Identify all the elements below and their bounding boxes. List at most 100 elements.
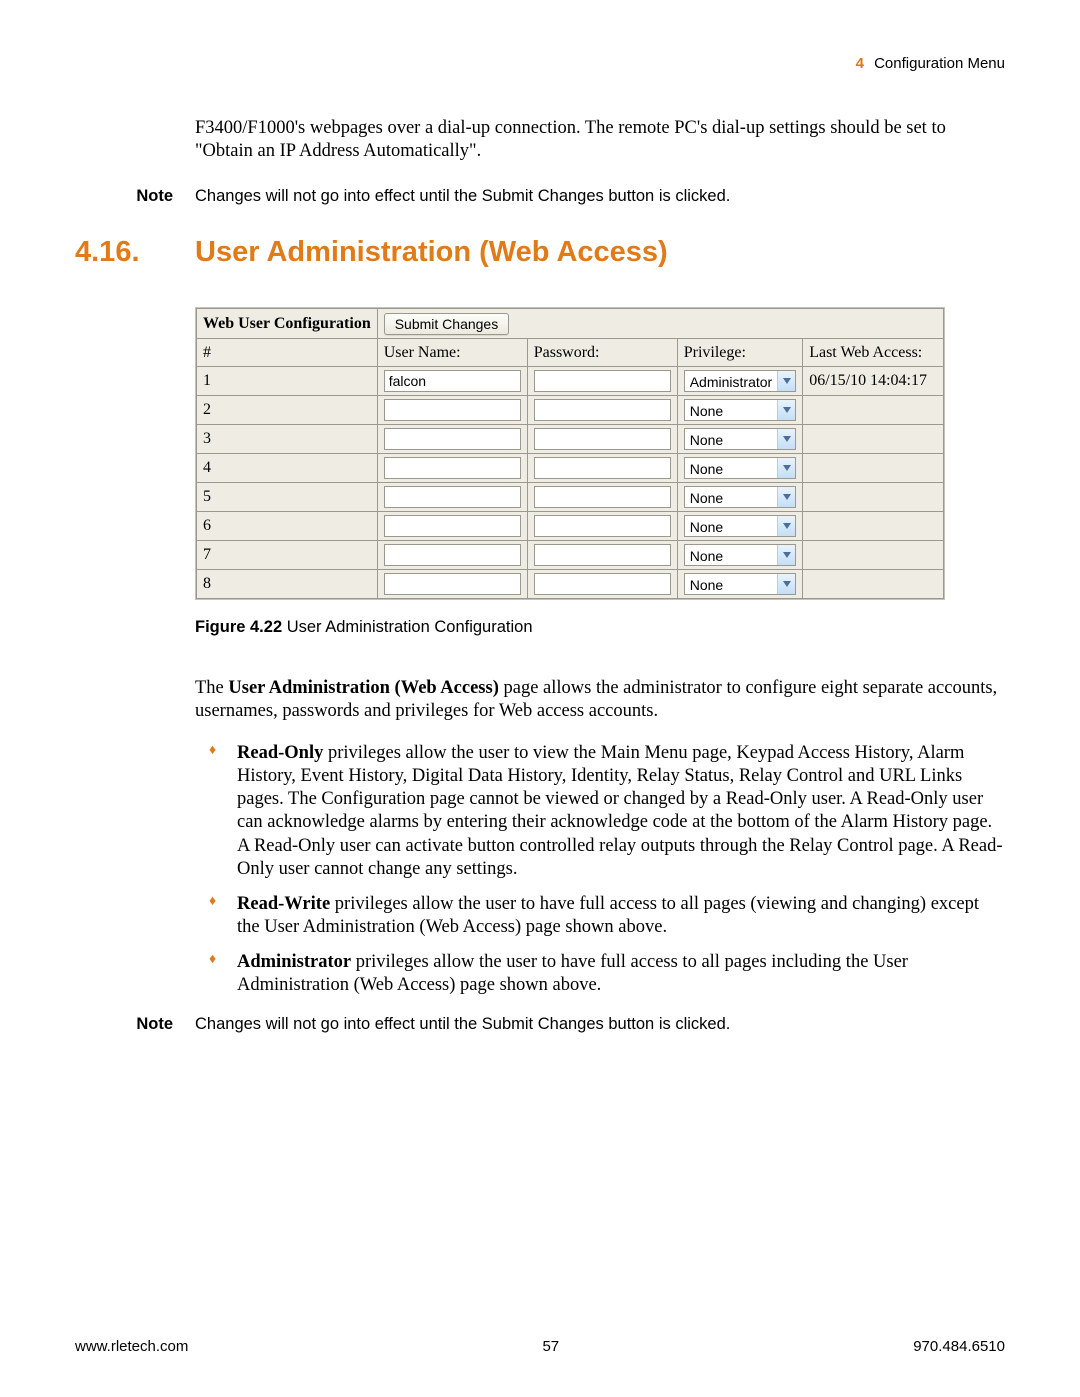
note-text: Changes will not go into effect until th… <box>195 187 1005 206</box>
row-number: 7 <box>197 541 378 570</box>
row-number: 2 <box>197 396 378 425</box>
section-title: User Administration (Web Access) <box>195 236 668 269</box>
last-web-access <box>803 541 944 570</box>
privilege-select-value: None <box>685 516 777 536</box>
privilege-select[interactable]: None <box>684 457 796 479</box>
note-row-2: Note Changes will not go into effect unt… <box>75 1015 1005 1034</box>
table-row: 7 None <box>197 541 944 570</box>
privilege-select-value: None <box>685 400 777 420</box>
last-web-access <box>803 396 944 425</box>
user-admin-bold: User Administration (Web Access) <box>228 678 498 698</box>
footer-page-number: 57 <box>542 1338 559 1355</box>
privilege-select-value: None <box>685 545 777 565</box>
last-web-access <box>803 483 944 512</box>
col-header-privilege: Privilege: <box>677 339 802 367</box>
last-web-access <box>803 570 944 599</box>
note-text-2: Changes will not go into effect until th… <box>195 1015 1005 1034</box>
table-row: 2 None <box>197 396 944 425</box>
password-input[interactable] <box>534 544 671 566</box>
col-header-num: # <box>197 339 378 367</box>
user-admin-paragraph: The User Administration (Web Access) pag… <box>195 677 1005 723</box>
privilege-select-value: None <box>685 458 777 478</box>
footer-left: www.rletech.com <box>75 1338 188 1355</box>
username-input[interactable] <box>384 428 521 450</box>
password-input[interactable] <box>534 370 671 392</box>
last-web-access <box>803 454 944 483</box>
username-input[interactable] <box>384 544 521 566</box>
privilege-read-write: Read-Write privileges allow the user to … <box>219 893 1005 939</box>
table-row: 8 None <box>197 570 944 599</box>
privilege-administrator: Administrator privileges allow the user … <box>219 951 1005 997</box>
username-input[interactable] <box>384 486 521 508</box>
section-heading: 4.16. User Administration (Web Access) <box>75 236 1005 269</box>
privilege-select[interactable]: None <box>684 544 796 566</box>
username-input[interactable] <box>384 515 521 537</box>
chevron-down-icon[interactable] <box>777 487 795 507</box>
privilege-read-only: Read-Only privileges allow the user to v… <box>219 742 1005 881</box>
table-row: 5 None <box>197 483 944 512</box>
user-config-table: Web User Configuration Submit Changes # … <box>196 308 944 599</box>
privilege-select-value: Administrator <box>685 371 777 391</box>
privilege-select-value: None <box>685 429 777 449</box>
priv-admin-bold: Administrator <box>237 952 351 972</box>
note-row-1: Note Changes will not go into effect unt… <box>75 187 1005 206</box>
username-input[interactable] <box>384 573 521 595</box>
password-input[interactable] <box>534 399 671 421</box>
chevron-down-icon[interactable] <box>777 371 795 391</box>
table-row: 3 None <box>197 425 944 454</box>
last-web-access: 06/15/10 14:04:17 <box>803 367 944 396</box>
table-row: 4 None <box>197 454 944 483</box>
priv-read-write-bold: Read-Write <box>237 894 330 914</box>
row-number: 4 <box>197 454 378 483</box>
last-web-access <box>803 512 944 541</box>
chevron-down-icon[interactable] <box>777 400 795 420</box>
row-number: 1 <box>197 367 378 396</box>
privilege-list: Read-Only privileges allow the user to v… <box>195 742 1005 997</box>
password-input[interactable] <box>534 515 671 537</box>
note-label-2: Note <box>75 1015 195 1034</box>
chapter-number: 4 <box>856 55 864 72</box>
user-admin-prefix: The <box>195 678 228 698</box>
intro-paragraph: F3400/F1000's webpages over a dial-up co… <box>195 117 1005 163</box>
privilege-select-value: None <box>685 487 777 507</box>
username-input[interactable] <box>384 370 521 392</box>
password-input[interactable] <box>534 573 671 595</box>
chapter-name: Configuration Menu <box>874 55 1005 72</box>
privilege-select[interactable]: None <box>684 573 796 595</box>
page-footer: www.rletech.com 57 970.484.6510 <box>75 1338 1005 1355</box>
priv-read-only-text: privileges allow the user to view the Ma… <box>237 743 1003 879</box>
privilege-select[interactable]: None <box>684 428 796 450</box>
priv-read-write-text: privileges allow the user to have full a… <box>237 894 979 937</box>
password-input[interactable] <box>534 486 671 508</box>
submit-changes-button[interactable]: Submit Changes <box>384 313 510 335</box>
password-input[interactable] <box>534 428 671 450</box>
username-input[interactable] <box>384 457 521 479</box>
privilege-select[interactable]: None <box>684 399 796 421</box>
row-number: 8 <box>197 570 378 599</box>
chevron-down-icon[interactable] <box>777 429 795 449</box>
figure-caption: Figure 4.22 User Administration Configur… <box>195 618 1005 637</box>
figure-caption-text: User Administration Configuration <box>282 618 532 636</box>
password-input[interactable] <box>534 457 671 479</box>
figure-label: Figure 4.22 <box>195 618 282 636</box>
row-number: 3 <box>197 425 378 454</box>
chevron-down-icon[interactable] <box>777 545 795 565</box>
footer-right: 970.484.6510 <box>913 1338 1005 1355</box>
chevron-down-icon[interactable] <box>777 458 795 478</box>
table-title: Web User Configuration <box>197 309 378 339</box>
col-header-password: Password: <box>527 339 677 367</box>
figure-user-config: Web User Configuration Submit Changes # … <box>195 307 945 600</box>
privilege-select[interactable]: Administrator <box>684 370 796 392</box>
page-header: 4 Configuration Menu <box>75 55 1005 72</box>
privilege-select-value: None <box>685 574 777 594</box>
chevron-down-icon[interactable] <box>777 574 795 594</box>
row-number: 5 <box>197 483 378 512</box>
table-row: 6None <box>197 512 944 541</box>
table-row: 1 Administrator 06/15/10 14:04:17 <box>197 367 944 396</box>
privilege-select[interactable]: None <box>684 486 796 508</box>
col-header-username: User Name: <box>377 339 527 367</box>
chevron-down-icon[interactable] <box>777 516 795 536</box>
username-input[interactable] <box>384 399 521 421</box>
priv-read-only-bold: Read-Only <box>237 743 323 763</box>
privilege-select[interactable]: None <box>684 515 796 537</box>
